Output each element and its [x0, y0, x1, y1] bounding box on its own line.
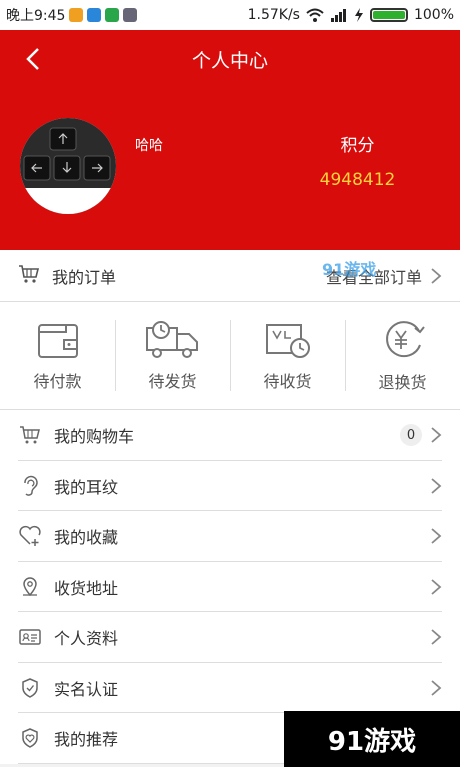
page-title: 个人中心 — [191, 50, 268, 72]
points-label: 积分 — [340, 136, 375, 156]
points-value: 4948412 — [319, 170, 396, 190]
chevron-right-icon — [431, 579, 442, 595]
status-pending-shipment[interactable]: 待发货 — [115, 302, 230, 409]
battery-level — [372, 11, 405, 19]
id-card-icon — [18, 625, 42, 649]
message-notification-icon — [123, 8, 138, 22]
menu-item-label: 个人资料 — [54, 629, 119, 649]
status-right: 1.57K/s 100% — [248, 7, 454, 23]
menu-item-label: 我的购物车 — [54, 427, 135, 447]
status-bar: 晚上9:45 1.57K/s 100% — [0, 0, 460, 30]
menu-item-profile[interactable]: 个人资料 — [0, 612, 460, 663]
charging-icon — [354, 8, 363, 22]
status-pending-receipt[interactable]: 待收货 — [230, 302, 345, 409]
status-left: 晚上9:45 — [6, 5, 138, 25]
battery-icon — [369, 8, 408, 22]
upload-notification-icon — [87, 8, 102, 22]
menu-item-favorites[interactable]: 我的收藏 — [0, 511, 460, 562]
chevron-right-icon — [431, 478, 442, 494]
status-pending-payment[interactable]: 待付款 — [0, 302, 115, 409]
order-status-section: 待付款 待发货 待收货 退换货 — [0, 302, 460, 410]
status-time: 晚上9:45 — [6, 8, 66, 24]
my-orders-title: 我的订单 — [52, 267, 117, 287]
menu-item-label: 我的收藏 — [54, 528, 119, 548]
network-speed: 1.57K/s — [247, 7, 300, 23]
wallet-icon — [37, 323, 78, 358]
status-returns[interactable]: 退换货 — [345, 302, 460, 409]
truck-icon — [145, 320, 198, 358]
watermark-logo-small: 91游戏 — [322, 260, 377, 279]
menu-item-real-name-verification[interactable]: 实名认证 — [0, 663, 460, 714]
avatar-keyboard-image — [20, 118, 116, 214]
watermark-logo-corner: 91游戏 — [284, 711, 460, 767]
heart-plus-icon — [18, 524, 42, 548]
shield-heart-icon — [18, 726, 42, 750]
package-clock-icon — [265, 323, 310, 358]
status-label: 退换货 — [378, 372, 427, 392]
chevron-right-icon — [431, 427, 442, 443]
ear-icon — [18, 474, 42, 498]
yuan-refund-icon — [385, 320, 425, 357]
status-label: 待付款 — [33, 371, 82, 391]
cart-count-badge: 0 — [400, 424, 422, 447]
chevron-right-icon — [431, 267, 442, 284]
chevron-right-icon — [431, 680, 442, 696]
chevron-right-icon — [431, 528, 442, 544]
location-pin-icon — [18, 575, 42, 599]
signal-icon — [330, 9, 346, 22]
battery-percent: 100% — [413, 7, 454, 23]
menu-item-label: 我的耳纹 — [54, 477, 119, 497]
notification-app-icon — [69, 8, 84, 22]
menu-item-cart[interactable]: 我的购物车 0 — [0, 410, 460, 461]
app-notification-icon — [105, 8, 120, 22]
menu-item-ear-print[interactable]: 我的耳纹 — [0, 461, 460, 512]
profile-header: 个人中心 哈哈 积分 4948412 — [0, 30, 460, 250]
shield-check-icon — [18, 676, 42, 700]
status-label: 待收货 — [263, 371, 312, 391]
status-label: 待发货 — [148, 371, 197, 391]
cart-icon — [18, 263, 40, 289]
menu-item-shipping-address[interactable]: 收货地址 — [0, 562, 460, 613]
cart-icon — [18, 423, 42, 447]
menu-item-label: 实名认证 — [54, 679, 119, 699]
chevron-right-icon — [431, 629, 442, 645]
avatar[interactable] — [20, 118, 116, 214]
username: 哈哈 — [135, 138, 163, 154]
wifi-icon — [306, 8, 324, 22]
menu-item-label: 收货地址 — [54, 578, 119, 598]
